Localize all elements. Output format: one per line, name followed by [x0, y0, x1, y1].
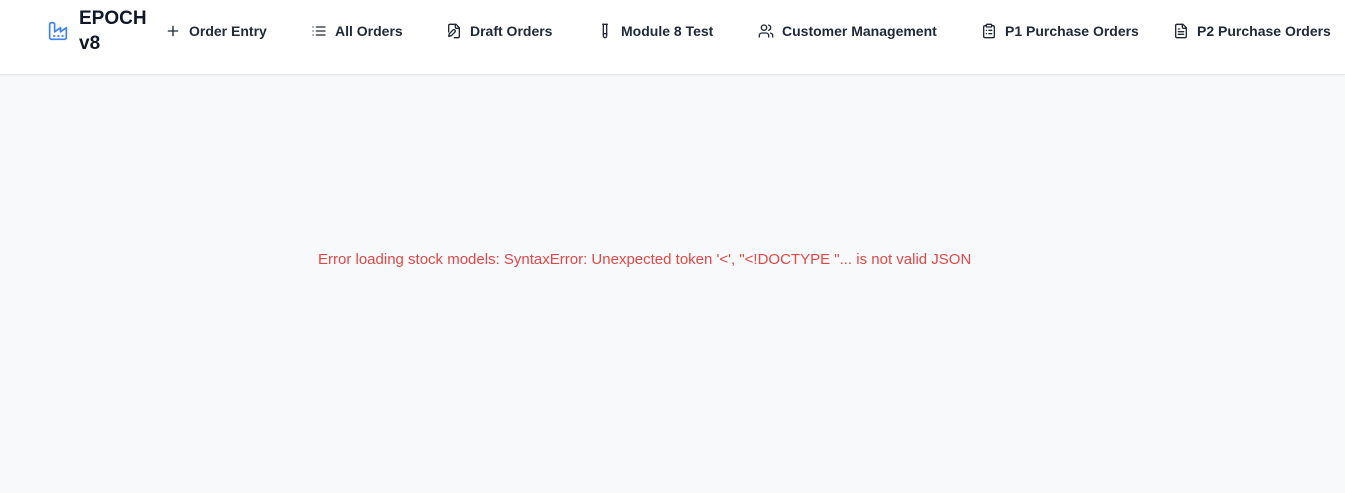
clipboard-icon: [981, 23, 997, 39]
nav-label: P1 Purchase Orders: [1005, 23, 1139, 39]
edit-document-icon: [446, 23, 462, 39]
main-content: Error loading stock models: SyntaxError:…: [0, 76, 1345, 493]
nav-label: Order Entry: [189, 23, 267, 39]
nav-item-module-8-test[interactable]: Module 8 Test: [597, 20, 713, 42]
nav-item-order-entry[interactable]: Order Entry: [165, 20, 267, 42]
nav-item-customer-management[interactable]: Customer Management: [758, 20, 937, 42]
users-icon: [758, 23, 774, 39]
factory-icon: [48, 21, 68, 41]
nav-label: All Orders: [335, 23, 403, 39]
top-navigation-bar: EPOCH v8 Order Entry All Orders Draft Or…: [0, 0, 1345, 75]
error-message: Error loading stock models: SyntaxError:…: [318, 251, 972, 268]
brand-name: EPOCH v8: [79, 8, 147, 54]
list-icon: [311, 23, 327, 39]
nav-item-all-orders[interactable]: All Orders: [311, 20, 403, 42]
plus-icon: [165, 23, 181, 39]
nav-label: P2 Purchase Orders: [1197, 23, 1331, 39]
nav-item-p1-purchase-orders[interactable]: P1 Purchase Orders: [981, 20, 1139, 42]
test-tube-icon: [597, 23, 613, 39]
brand[interactable]: EPOCH v8: [48, 6, 149, 56]
file-text-icon: [1173, 23, 1189, 39]
nav-label: Module 8 Test: [621, 23, 714, 39]
nav-item-draft-orders[interactable]: Draft Orders: [446, 20, 552, 42]
nav-item-p2-purchase-orders[interactable]: P2 Purchase Orders: [1173, 20, 1331, 42]
nav-label: Draft Orders: [470, 23, 553, 39]
nav-label: Customer Management: [782, 23, 937, 39]
